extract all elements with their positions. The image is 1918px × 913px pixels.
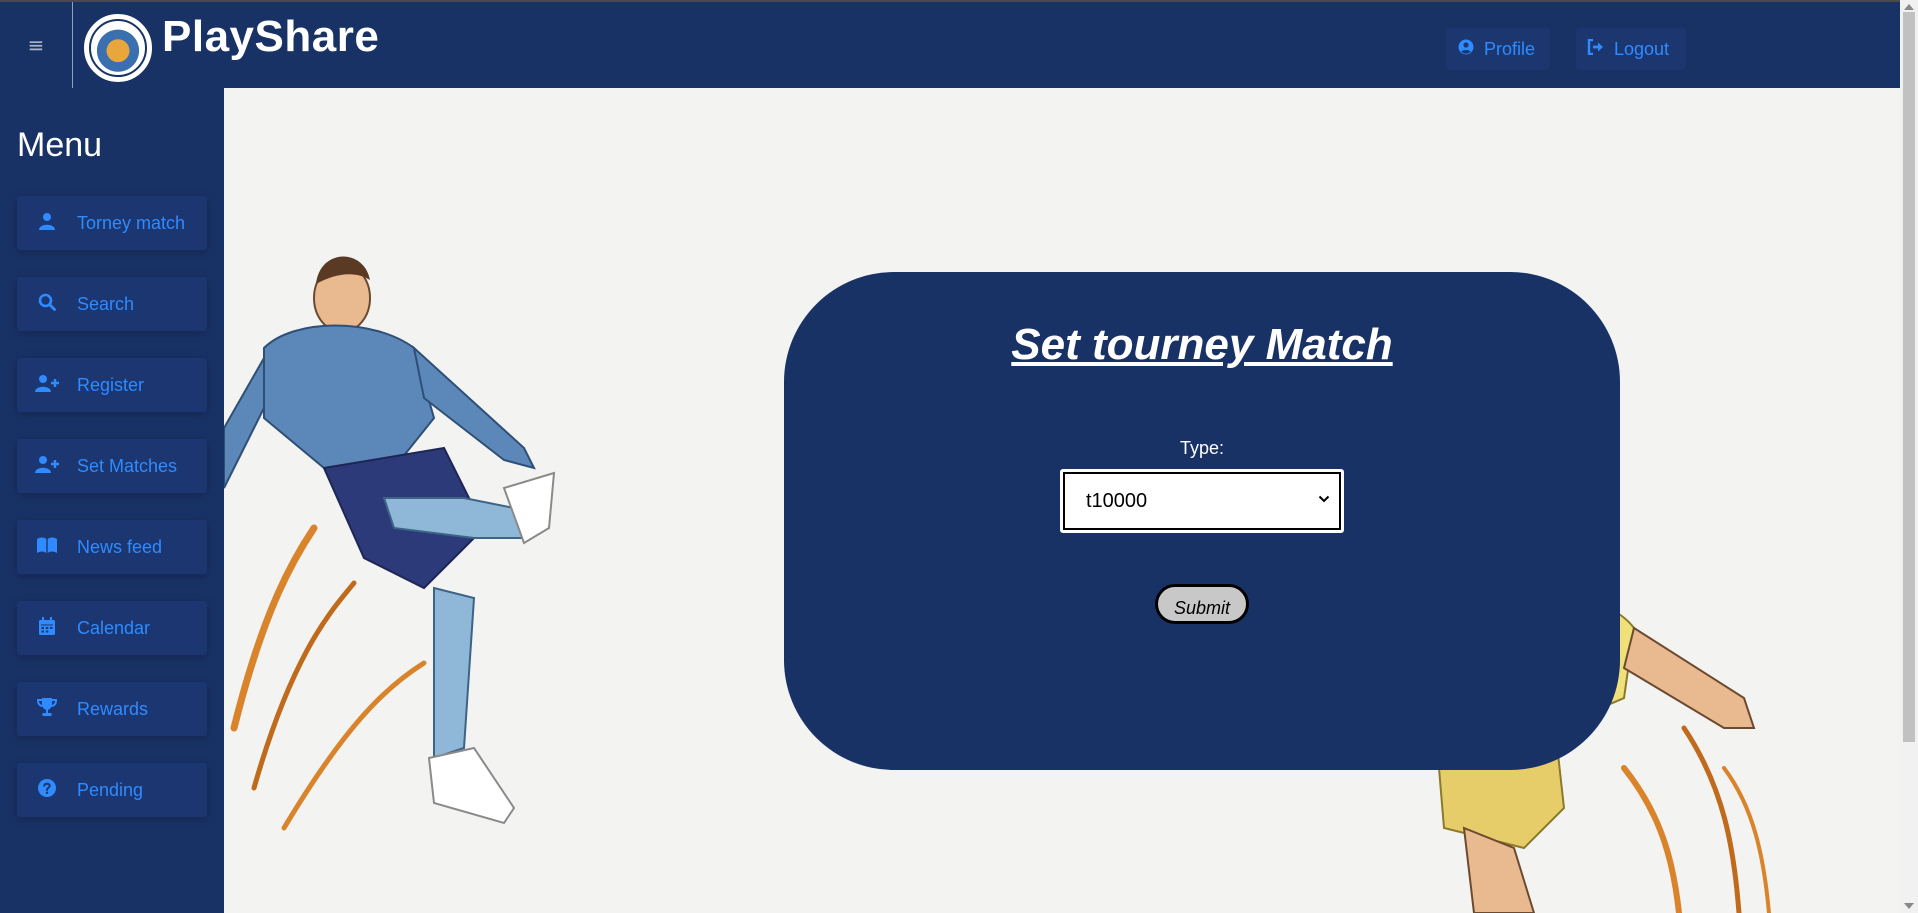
book-open-icon [35, 537, 59, 558]
sidebar-item-label: Rewards [77, 698, 149, 719]
chevron-down-icon [1318, 491, 1330, 507]
type-select-value: t10000 [1086, 489, 1148, 512]
set-match-form-card: Set tourney Match Type: t10000 Submit [784, 272, 1620, 770]
sidebar-item-rewards[interactable]: Rewards [17, 682, 207, 736]
left-player-illustration [224, 256, 556, 831]
sidebar-item-label: Torney match [77, 212, 186, 233]
sign-out-icon [1586, 38, 1606, 60]
user-plus-icon [35, 455, 59, 478]
sidebar-item-search[interactable]: Search [17, 277, 207, 331]
logout-label: Logout [1614, 38, 1670, 59]
scrollbar-thumb[interactable] [1903, 12, 1915, 742]
trophy-icon [35, 697, 59, 721]
sidebar-item-label: Calendar [77, 617, 151, 638]
form-title: Set tourney Match [1011, 320, 1393, 369]
type-label: Type: [1179, 438, 1225, 458]
sidebar-item-pending[interactable]: Pending [17, 763, 207, 817]
logout-button[interactable]: Logout [1576, 28, 1686, 70]
vertical-scrollbar[interactable] [1900, 0, 1918, 913]
sidebar-item-label: Pending [77, 779, 144, 800]
sidebar: Menu Torney match Search Register Set Ma… [0, 88, 224, 913]
logo-emblem [89, 19, 147, 77]
sidebar-item-label: Register [77, 374, 145, 395]
profile-label: Profile [1484, 38, 1536, 59]
user-circle-icon [1456, 39, 1476, 60]
user-icon [35, 212, 59, 235]
sidebar-item-label: Set Matches [77, 455, 178, 476]
sidebar-item-torney-match[interactable]: Torney match [17, 196, 207, 250]
playshare-logo [82, 12, 154, 84]
sidebar-item-news-feed[interactable]: News feed [17, 520, 207, 574]
sidebar-item-register[interactable]: Register [17, 358, 207, 412]
scroll-down-arrow-icon[interactable] [1904, 903, 1914, 909]
sidebar-item-label: Search [77, 293, 135, 314]
main-content: Set tourney Match Type: t10000 Submit [224, 88, 1900, 913]
sidebar-item-label: News feed [77, 536, 163, 557]
sidebar-item-calendar[interactable]: Calendar [17, 601, 207, 655]
user-plus-icon [35, 374, 59, 397]
question-circle-icon [35, 778, 59, 802]
menu-title: Menu [17, 126, 103, 164]
profile-button[interactable]: Profile [1446, 28, 1550, 70]
calendar-icon [35, 616, 59, 640]
search-icon [35, 293, 59, 316]
type-select[interactable]: t10000 [1060, 469, 1344, 533]
scroll-up-arrow-icon[interactable] [1904, 4, 1914, 10]
submit-button[interactable]: Submit [1155, 584, 1249, 624]
brand-name[interactable]: PlayShare [162, 12, 379, 62]
hamburger-icon[interactable]: ≡ [0, 2, 73, 88]
top-navbar: ≡ PlayShare Profile Logout [0, 0, 1900, 88]
sidebar-item-set-matches[interactable]: Set Matches [17, 439, 207, 493]
